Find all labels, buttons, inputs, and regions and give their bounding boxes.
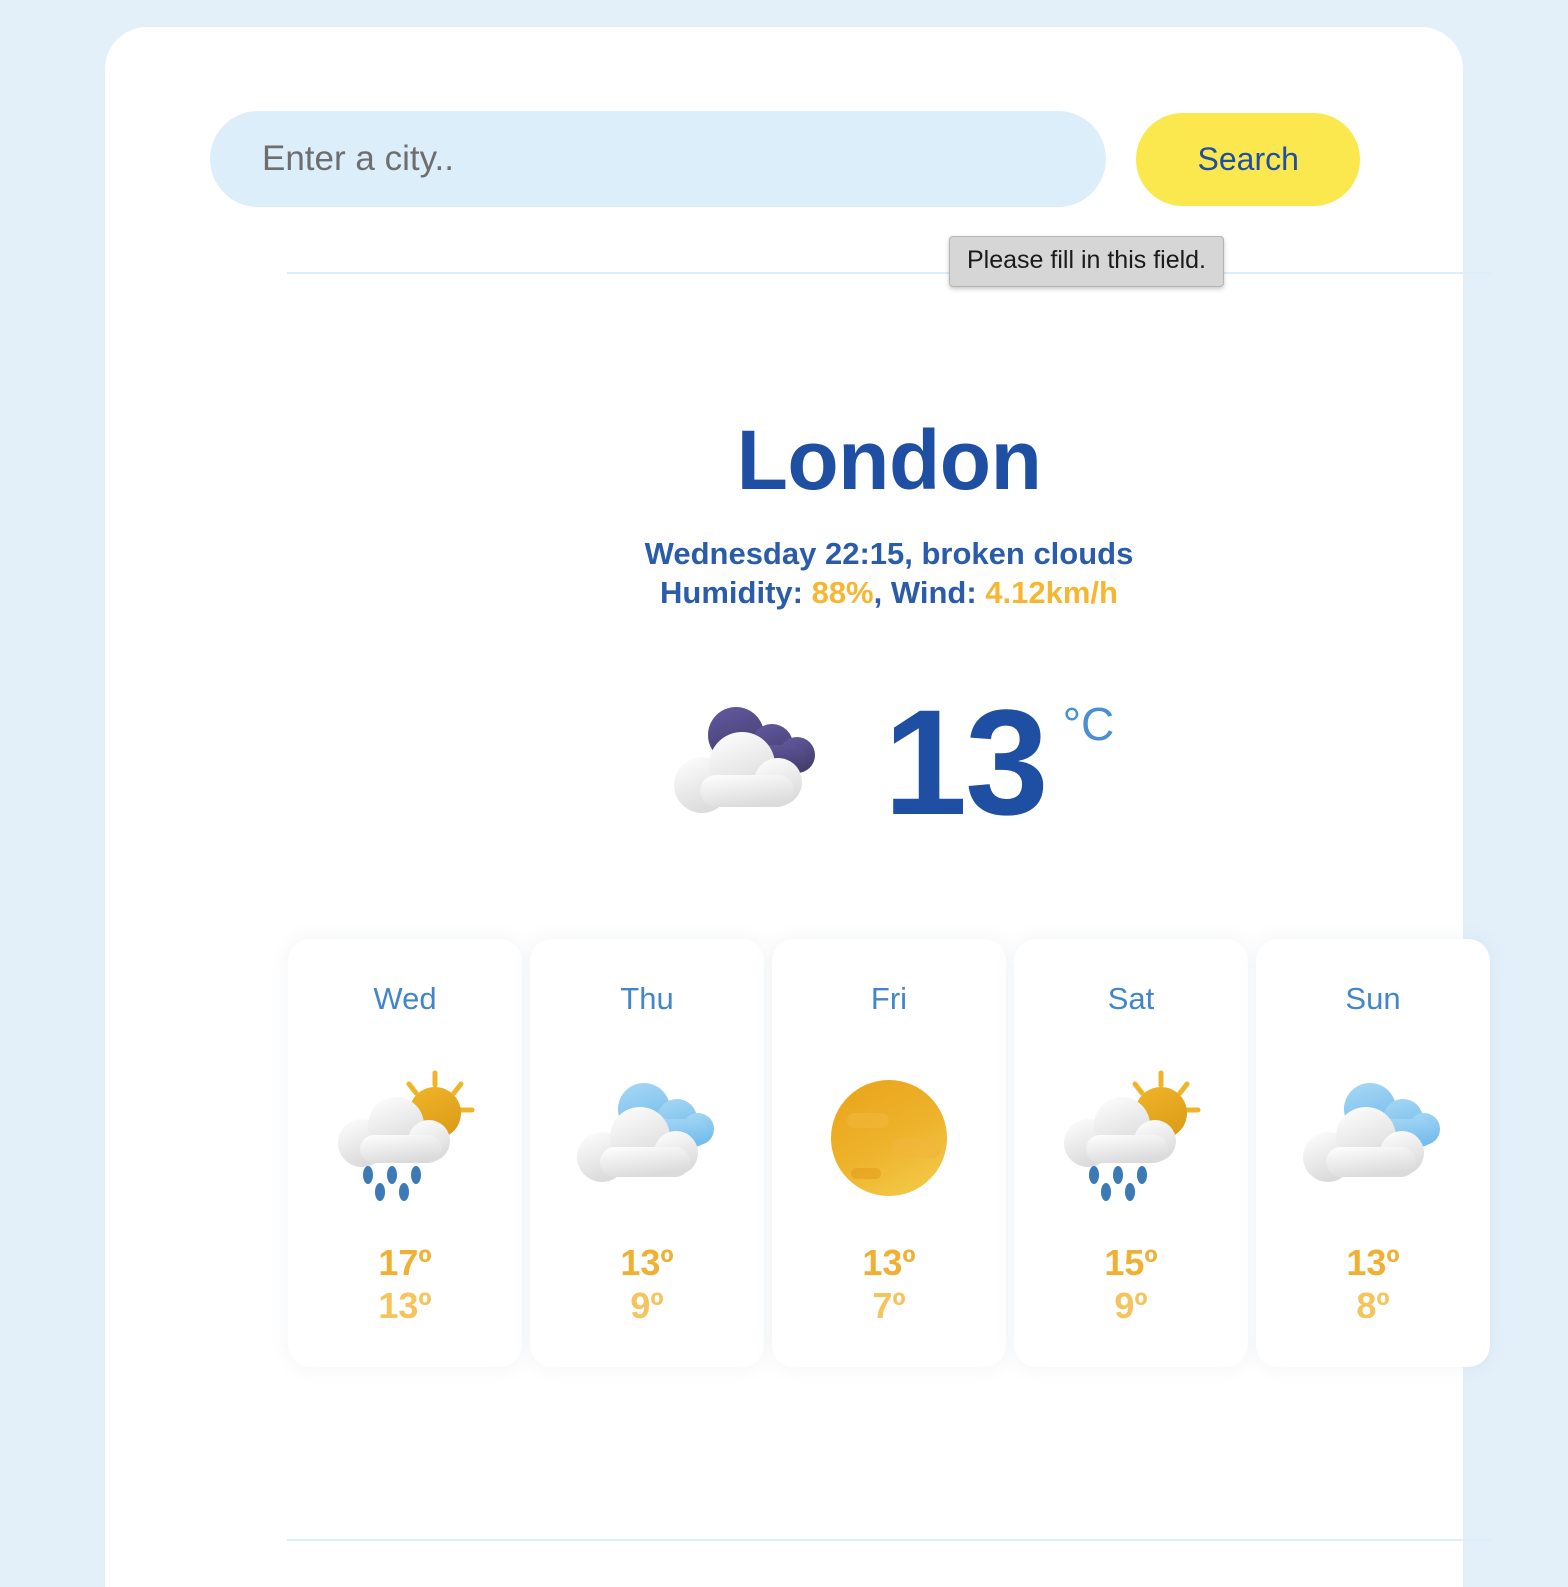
forecast-day-label: Fri (870, 981, 908, 1016)
forecast-temps: 13º 8º (1346, 1242, 1399, 1327)
forecast-day-label: Wed (373, 981, 437, 1016)
divider-bottom (287, 1539, 1491, 1541)
sun-icon (814, 1065, 964, 1205)
forecast-low: 8º (1356, 1284, 1390, 1326)
divider-top (287, 272, 1491, 274)
sun-rain-cloud-icon (1056, 1065, 1206, 1205)
forecast-low: 13º (378, 1284, 432, 1326)
forecast-temps: 15º 9º (1104, 1242, 1157, 1327)
forecast-high: 17º (378, 1242, 432, 1284)
validation-tooltip: Please fill in this field. (949, 236, 1225, 287)
search-button[interactable]: Search (1136, 112, 1360, 206)
humidity-label: Humidity: (660, 574, 812, 610)
forecast-low: 9º (1114, 1284, 1148, 1326)
forecast-card: Fri 13º 7º (772, 939, 1006, 1367)
app-card: Search London Wednesday 22:15, broken cl… (105, 27, 1491, 1587)
forecast-high: 15º (1104, 1242, 1158, 1284)
current-conditions: Wednesday 22:15, broken clouds Humidity:… (210, 535, 1568, 613)
forecast-temps: 17º 13º (378, 1242, 431, 1327)
blue-cloud-icon (572, 1065, 722, 1205)
current-temperature-value: 13 (883, 678, 1049, 846)
forecast-day-label: Thu (620, 981, 674, 1016)
sun-rain-cloud-icon (330, 1065, 480, 1205)
search-row: Search (210, 109, 1360, 209)
forecast-day-label: Sat (1107, 981, 1155, 1016)
humidity-wind-line: Humidity: 88%, Wind: 4.12km/h (210, 574, 1568, 613)
forecast-low: 7º (872, 1284, 906, 1326)
forecast-high: 13º (862, 1242, 916, 1284)
forecast-card: Sat 15º 9º (1014, 939, 1248, 1367)
forecast-temps: 13º 7º (862, 1242, 915, 1327)
temperature-unit: °C (1062, 698, 1115, 750)
forecast-low: 9º (630, 1284, 664, 1326)
forecast-card: Thu 13º 9º (530, 939, 764, 1367)
forecast-day-label: Sun (1345, 981, 1401, 1016)
datetime-description: Wednesday 22:15, broken clouds (644, 536, 1134, 571)
forecast-card: Sun 13º 8º (1256, 939, 1490, 1367)
wind-value: 4.12km/h (985, 574, 1118, 610)
blue-cloud-icon (1298, 1065, 1448, 1205)
forecast-high: 13º (620, 1242, 674, 1284)
humidity-value: 88% (811, 574, 874, 610)
current-temperature-block: 13 °C (210, 667, 1568, 857)
city-name: London (736, 413, 1042, 507)
forecast-card: Wed 17º 13º (288, 939, 522, 1367)
forecast-high: 13º (1346, 1242, 1400, 1284)
forecast-temps: 13º 9º (620, 1242, 673, 1327)
wind-label: , Wind: (873, 574, 986, 610)
broken-clouds-icon (664, 687, 844, 837)
forecast-list: Wed 17º 13º Thu 13º 9º Fri 13º 7º Sat 15… (288, 939, 1490, 1367)
city-search-input[interactable] (210, 111, 1107, 207)
